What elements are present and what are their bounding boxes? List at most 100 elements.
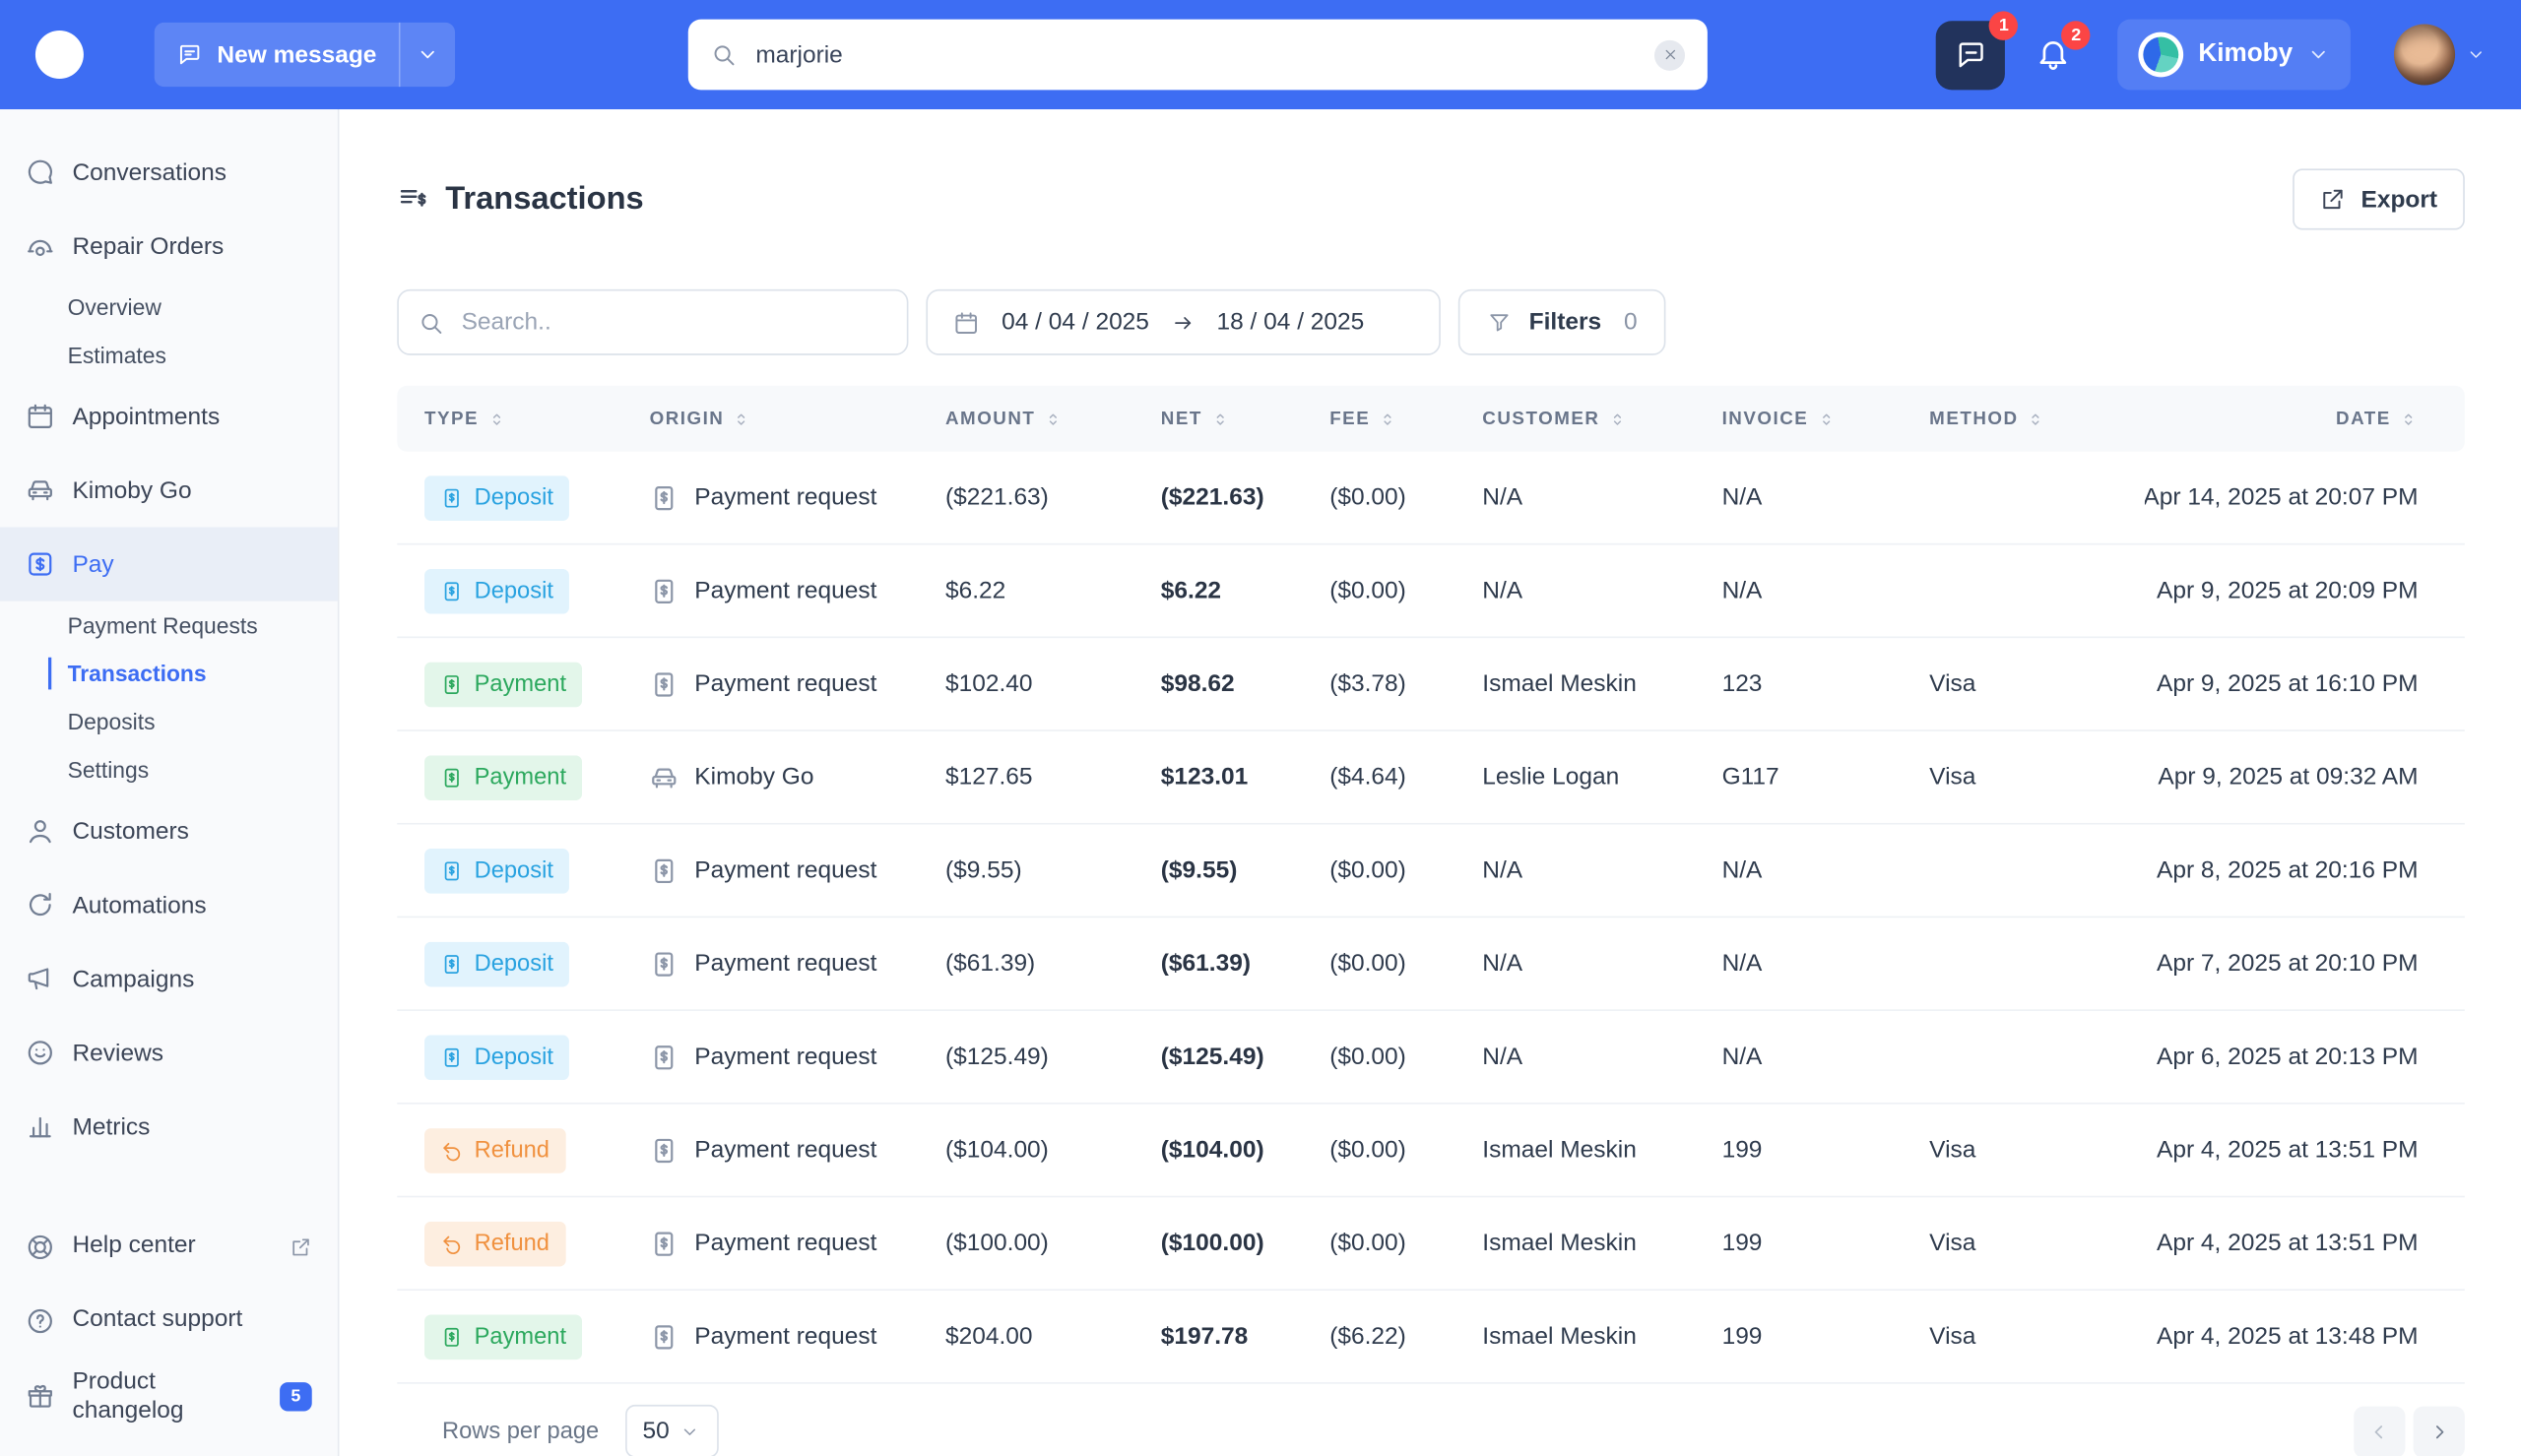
fee-cell: ($0.00) (1329, 949, 1406, 978)
column-label: METHOD (1929, 409, 2019, 429)
sidebar-item-contact-support[interactable]: Contact support (0, 1284, 338, 1358)
global-search-input[interactable] (752, 38, 1639, 71)
column-header-invoice[interactable]: INVOICE (1721, 409, 1930, 429)
date-cell: Apr 9, 2025 at 16:10 PM (2157, 669, 2419, 698)
fender-icon (26, 231, 54, 260)
sort-icon[interactable] (1608, 410, 1628, 429)
date-from[interactable]: 04 / 04 / 2025 (1002, 308, 1149, 336)
receipt-icon (440, 1325, 463, 1348)
column-header-origin[interactable]: ORIGIN (649, 409, 945, 429)
export-button[interactable]: Export (2293, 168, 2465, 230)
table-row[interactable]: Payment Payment request $204.00 $197.78 … (397, 1291, 2465, 1384)
sidebar-item-appointments[interactable]: Appointments (0, 379, 338, 453)
column-header-customer[interactable]: CUSTOMER (1482, 410, 1721, 429)
table-row[interactable]: Deposit Payment request ($9.55) ($9.55) … (397, 825, 2465, 918)
account-switcher[interactable]: Kimoby (2117, 19, 2351, 91)
table-row[interactable]: Deposit Payment request ($61.39) ($61.39… (397, 918, 2465, 1011)
sort-icon[interactable] (1378, 410, 1397, 429)
sidebar-item-transactions[interactable]: Transactions (0, 650, 338, 698)
origin-label: Payment request (694, 856, 877, 884)
clear-search-button[interactable] (1653, 38, 1686, 71)
sidebar-item-conversations[interactable]: Conversations (0, 135, 338, 209)
origin-label: Payment request (694, 483, 877, 512)
net-cell: $123.01 (1160, 763, 1249, 791)
type-label: Deposit (474, 950, 553, 977)
type-badge: Deposit (424, 1034, 570, 1080)
next-page-button[interactable] (2413, 1405, 2465, 1456)
method-cell: Visa (1929, 669, 1976, 698)
table-row[interactable]: Refund Payment request ($104.00) ($104.0… (397, 1105, 2465, 1198)
table-row[interactable]: Payment Payment request $102.40 $98.62 (… (397, 638, 2465, 731)
date-to[interactable]: 18 / 04 / 2025 (1217, 308, 1365, 336)
sidebar-item-reviews[interactable]: Reviews (0, 1016, 338, 1090)
invoice-cell: 123 (1721, 669, 1763, 698)
sidebar-item-repair-orders[interactable]: Repair Orders (0, 209, 338, 283)
table-row[interactable]: Payment Kimoby Go $127.65 $123.01 ($4.64… (397, 731, 2465, 825)
sort-icon[interactable] (733, 410, 752, 429)
sidebar-item-product-changelog[interactable]: Product changelog 5 (0, 1358, 338, 1437)
sidebar-item-label: Metrics (72, 1112, 151, 1141)
previous-page-button[interactable] (2354, 1405, 2406, 1456)
export-label: Export (2360, 185, 2438, 214)
net-cell: ($125.49) (1160, 1043, 1264, 1071)
sidebar-item-overview[interactable]: Overview (0, 283, 338, 331)
table-row[interactable]: Deposit Payment request ($125.49) ($125.… (397, 1011, 2465, 1105)
conversations-inbox-button[interactable]: 1 (1936, 10, 2019, 90)
divider (399, 22, 401, 88)
type-cell: Payment (397, 754, 649, 800)
column-header-type[interactable]: TYPE (397, 410, 649, 429)
date-range-picker[interactable]: 04 / 04 / 2025 18 / 04 / 2025 (926, 288, 1441, 355)
sidebar-item-label: Repair Orders (72, 231, 225, 260)
new-message-button[interactable]: New message (154, 22, 456, 88)
notifications-button[interactable]: 2 (2036, 21, 2091, 74)
table-search-input[interactable] (458, 306, 888, 338)
sort-icon[interactable] (2027, 410, 2046, 429)
global-search[interactable] (687, 19, 1708, 91)
column-header-fee[interactable]: FEE (1329, 410, 1482, 429)
external-link-icon (290, 1235, 312, 1258)
table-search[interactable] (397, 288, 909, 355)
user-menu[interactable] (2394, 24, 2486, 86)
notifications-badge: 2 (2061, 21, 2091, 50)
sidebar-item-settings[interactable]: Settings (0, 746, 338, 794)
sidebar-item-help-center[interactable]: Help center (0, 1210, 338, 1284)
column-header-method[interactable]: METHOD (1929, 409, 2145, 429)
invoice-cell: 199 (1721, 1136, 1763, 1165)
type-badge: Refund (424, 1220, 566, 1266)
sort-icon[interactable] (1044, 410, 1064, 429)
kimoby-logo-mark[interactable] (34, 31, 84, 79)
column-label: INVOICE (1721, 409, 1809, 429)
table-row[interactable]: Deposit Payment request $6.22 $6.22 ($0.… (397, 544, 2465, 639)
sidebar-item-label: Kimoby Go (72, 476, 192, 504)
receipt-icon (440, 1045, 463, 1068)
sidebar-item-kimoby-go[interactable]: Kimoby Go (0, 453, 338, 527)
sidebar-item-automations[interactable]: Automations (0, 868, 338, 942)
rows-per-page-select[interactable]: 50 (624, 1404, 719, 1456)
column-header-net[interactable]: NET (1161, 410, 1329, 429)
origin-label: Payment request (694, 577, 877, 604)
column-header-amount[interactable]: AMOUNT (945, 410, 1161, 429)
amount-cell: $102.40 (944, 669, 1033, 698)
fee-cell: ($3.78) (1329, 669, 1406, 698)
sidebar-item-payment-requests[interactable]: Payment Requests (0, 601, 338, 650)
sort-icon[interactable] (486, 410, 506, 429)
table-row[interactable]: Refund Payment request ($100.00) ($100.0… (397, 1197, 2465, 1292)
chevron-left-icon (2368, 1420, 2391, 1442)
sidebar-item-pay[interactable]: Pay (0, 527, 338, 601)
filters-button[interactable]: Filters 0 (1457, 288, 1667, 355)
sidebar-item-customers[interactable]: Customers (0, 794, 338, 868)
sidebar-item-estimates[interactable]: Estimates (0, 331, 338, 379)
sidebar-item-metrics[interactable]: Metrics (0, 1090, 338, 1164)
date-cell: Apr 9, 2025 at 20:09 PM (2157, 577, 2419, 604)
sort-icon[interactable] (1816, 410, 1836, 429)
column-label: ORIGIN (649, 409, 725, 429)
sort-icon[interactable] (2399, 410, 2419, 429)
chevron-down-icon[interactable] (417, 43, 439, 66)
sidebar-item-campaigns[interactable]: Campaigns (0, 942, 338, 1016)
sidebar-item-deposits[interactable]: Deposits (0, 698, 338, 746)
sort-icon[interactable] (1210, 410, 1230, 429)
column-header-date[interactable]: DATE (2145, 410, 2463, 429)
table-row[interactable]: Deposit Payment request ($221.63) ($221.… (397, 452, 2465, 545)
receipt-icon (440, 859, 463, 882)
origin-label: Payment request (694, 1136, 877, 1165)
